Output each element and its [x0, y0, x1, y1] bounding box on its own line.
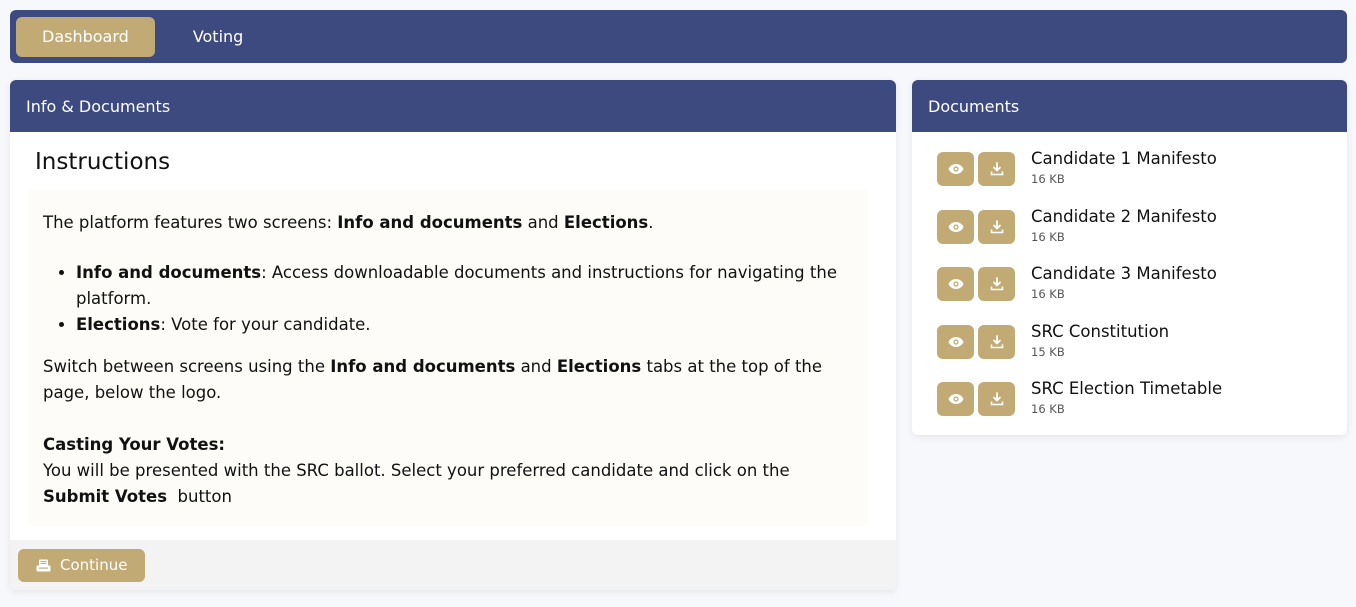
- document-info: Candidate 3 Manifesto 16 KB: [1031, 260, 1217, 301]
- document-size: 16 KB: [1031, 287, 1065, 301]
- download-document-button[interactable]: [978, 267, 1015, 301]
- documents-card: Documents Candidate 1 Manifesto 16 KB Ca…: [912, 80, 1347, 435]
- document-name: Candidate 1 Manifesto: [1031, 149, 1217, 168]
- download-document-button[interactable]: [978, 324, 1015, 359]
- intro-text: .: [648, 213, 654, 232]
- bullet-text: : Vote for your candidate.: [160, 315, 371, 334]
- continue-button[interactable]: Continue: [18, 548, 145, 582]
- instructions-box: The platform features two screens: Info …: [28, 190, 868, 526]
- list-item: SRC Constitution 15 KB: [937, 318, 1347, 376]
- document-actions: [937, 324, 1019, 359]
- intro-text: and: [522, 213, 564, 232]
- download-icon: [990, 277, 1003, 291]
- document-info: Candidate 1 Manifesto 16 KB: [1031, 145, 1217, 186]
- intro-paragraph: The platform features two screens: Info …: [43, 210, 853, 236]
- document-name: Candidate 2 Manifesto: [1031, 206, 1217, 226]
- ballot-icon: [36, 559, 51, 571]
- casting-text: button: [167, 487, 232, 506]
- eye-icon: [948, 279, 963, 289]
- download-document-button[interactable]: [978, 209, 1015, 244]
- list-item: Info and documents: Access downloadable …: [76, 260, 853, 312]
- document-actions: [937, 152, 1019, 186]
- list-item: Elections: Vote for your candidate.: [76, 312, 853, 338]
- documents-card-header: Documents: [912, 80, 1347, 132]
- continue-label: Continue: [60, 556, 128, 574]
- switch-bold-elections: Elections: [556, 357, 642, 376]
- document-size: 15 KB: [1031, 344, 1065, 359]
- casting-text: You will be presented with the SRC ballo…: [43, 461, 790, 480]
- casting-heading: Casting Your Votes:: [43, 435, 226, 454]
- document-actions: [937, 209, 1019, 244]
- eye-icon: [948, 394, 963, 404]
- switch-text: Switch between screens using the: [43, 357, 331, 376]
- tab-voting[interactable]: Voting: [167, 17, 270, 57]
- eye-icon: [948, 336, 963, 347]
- switch-paragraph: Switch between screens using the Info an…: [43, 354, 853, 406]
- download-icon: [990, 392, 1003, 406]
- intro-text: The platform features two screens:: [43, 213, 338, 232]
- document-size: 16 KB: [1031, 229, 1065, 244]
- info-documents-card: Info & Documents Instructions The platfo…: [10, 80, 896, 590]
- eye-icon: [948, 164, 963, 174]
- document-size: 16 KB: [1031, 172, 1065, 186]
- intro-bold-elections: Elections: [563, 213, 649, 232]
- download-document-button[interactable]: [978, 152, 1015, 186]
- view-document-button[interactable]: [937, 152, 974, 186]
- casting-bold-submit: Submit Votes: [43, 487, 168, 506]
- list-item: SRC Election Timetable 16 KB: [937, 375, 1347, 433]
- view-document-button[interactable]: [937, 267, 974, 301]
- document-info: Candidate 2 Manifesto 16 KB: [1031, 203, 1217, 244]
- document-actions: [937, 267, 1019, 301]
- list-item: Candidate 1 Manifesto 16 KB: [937, 145, 1347, 203]
- top-navigation: Dashboard Voting: [10, 10, 1347, 63]
- download-document-button[interactable]: [978, 382, 1015, 416]
- document-name: SRC Constitution: [1031, 321, 1170, 341]
- document-info: SRC Constitution 15 KB: [1031, 318, 1169, 359]
- view-document-button[interactable]: [937, 382, 974, 416]
- document-name: SRC Election Timetable: [1031, 379, 1223, 398]
- download-icon: [990, 334, 1003, 348]
- tab-dashboard[interactable]: Dashboard: [16, 16, 155, 57]
- list-item: Candidate 2 Manifesto 16 KB: [937, 203, 1347, 261]
- view-document-button[interactable]: [937, 209, 974, 244]
- casting-section: Casting Your Votes: You will be presente…: [43, 432, 853, 510]
- document-name: Candidate 3 Manifesto: [1031, 264, 1217, 283]
- download-icon: [990, 162, 1003, 176]
- list-item: Candidate 3 Manifesto 16 KB: [937, 260, 1347, 318]
- info-card-footer: Continue: [10, 540, 896, 590]
- view-document-button[interactable]: [937, 324, 974, 359]
- documents-list: Candidate 1 Manifesto 16 KB Candidate 2 …: [912, 132, 1347, 433]
- bullet-bold: Info and documents: [76, 263, 262, 282]
- info-body: Instructions The platform features two s…: [10, 132, 896, 526]
- intro-bold-info: Info and documents: [337, 213, 523, 232]
- instructions-title: Instructions: [35, 149, 171, 175]
- switch-bold-info: Info and documents: [330, 357, 516, 376]
- download-icon: [990, 219, 1003, 233]
- document-size: 16 KB: [1031, 402, 1065, 416]
- info-card-header: Info & Documents: [10, 80, 896, 132]
- document-info: SRC Election Timetable 16 KB: [1031, 375, 1222, 416]
- screens-list: Info and documents: Access downloadable …: [76, 260, 853, 338]
- switch-text: and: [515, 357, 557, 376]
- document-actions: [937, 382, 1019, 416]
- bullet-bold: Elections: [76, 315, 161, 334]
- eye-icon: [948, 221, 963, 232]
